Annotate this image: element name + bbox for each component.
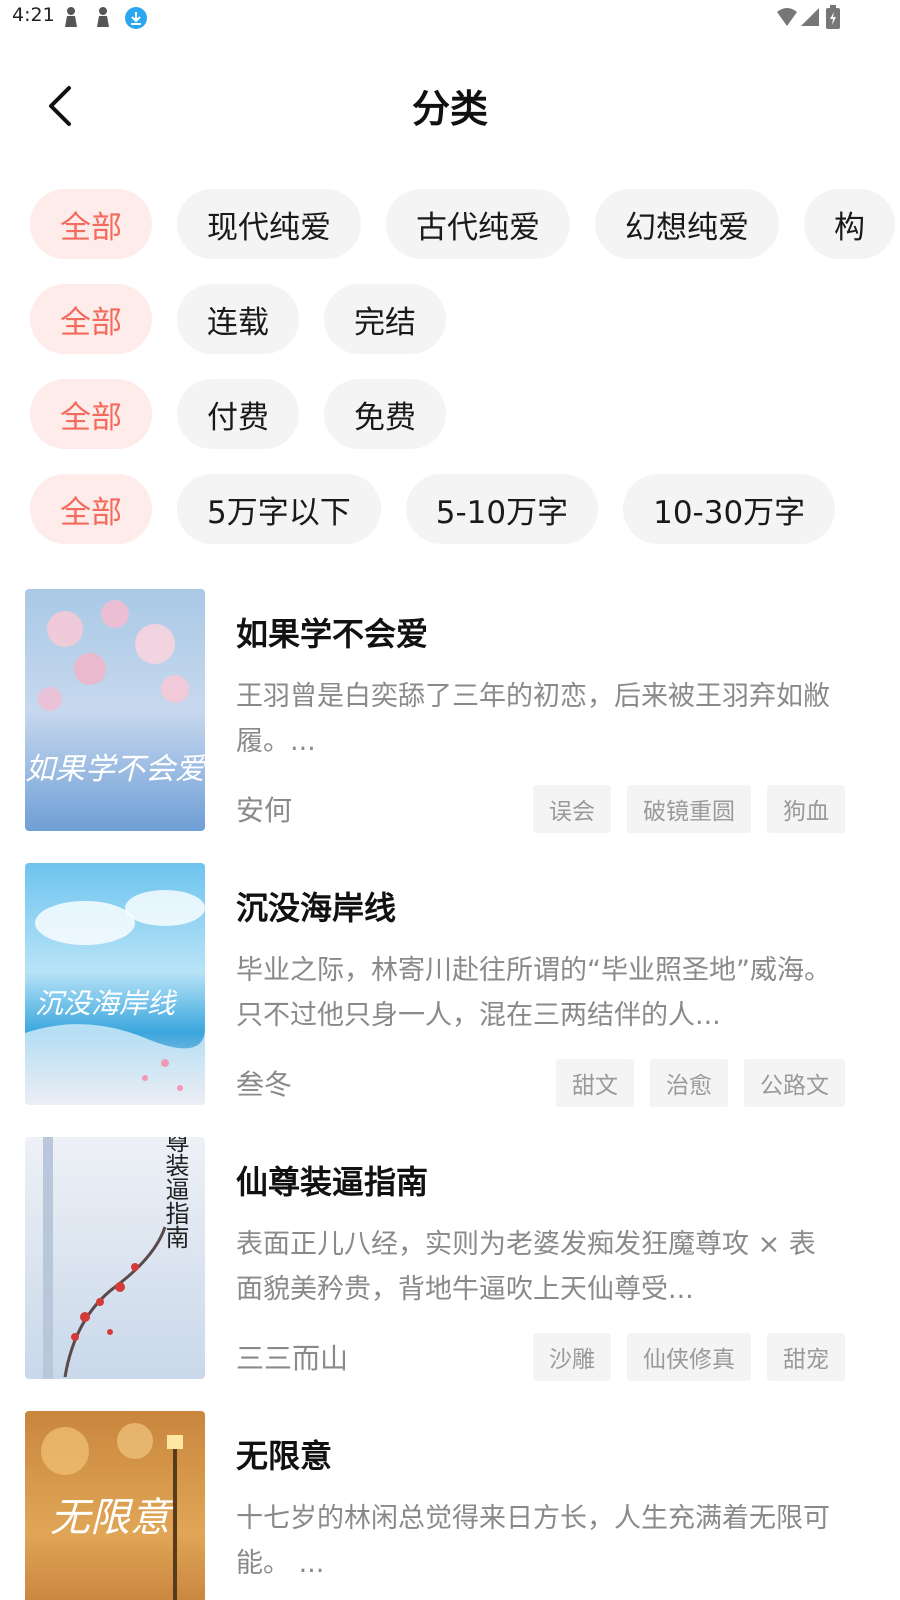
wifi-icon	[776, 7, 798, 31]
book-title: 沉没海岸线	[236, 889, 397, 927]
chip-length-under-5w[interactable]: 5万字以下	[177, 474, 381, 544]
status-filter-row: 全部 连载 完结	[30, 284, 446, 354]
chip-status-finished[interactable]: 完结	[324, 284, 446, 354]
book-title: 如果学不会爱	[236, 615, 429, 653]
cover-title-text: 沉没海岸线	[35, 987, 178, 1020]
page-title: 分类	[411, 87, 488, 131]
book-tag[interactable]: 治愈	[650, 1059, 728, 1107]
download-icon	[124, 6, 148, 34]
book-author: 安何	[236, 794, 293, 827]
status-bar: 4:21	[0, 0, 900, 40]
chip-price-paid[interactable]: 付费	[177, 379, 299, 449]
header: 分类	[0, 60, 900, 150]
book-cover: 沉没海岸线	[25, 863, 205, 1105]
chip-length-all[interactable]: 全部	[30, 474, 152, 544]
book-cover: 仙尊装逼指南	[25, 1137, 205, 1379]
book-item[interactable]: 沉没海岸线 沉没海岸线 毕业之际，林寄川赴往所谓的“毕业照圣地”威海。只不过他只…	[25, 863, 845, 1107]
notification-person-icon	[94, 6, 112, 32]
book-tags: 误会 破镜重圆 狗血	[533, 785, 845, 833]
price-filter-row: 全部 付费 免费	[30, 379, 446, 449]
book-tags: 甜文 治愈 公路文	[556, 1059, 845, 1107]
book-cover: 无限意	[25, 1411, 205, 1600]
book-item[interactable]: 仙尊装逼指南 仙尊装逼指南 表面正儿八经，实则为老婆发痴发狂魔尊攻 × 表面貌美…	[25, 1137, 845, 1381]
book-tag[interactable]: 沙雕	[533, 1333, 611, 1381]
book-title: 仙尊装逼指南	[236, 1163, 429, 1201]
chip-length-10-30w[interactable]: 10-30万字	[623, 474, 836, 544]
cover-title-text: 如果学不会爱	[25, 752, 205, 787]
book-item[interactable]: 无限意 无限意 十七岁的林闲总觉得来日方长，人生充满着无限可能。 ...	[25, 1411, 845, 1600]
length-filter-row: 全部 5万字以下 5-10万字 10-30万字	[30, 474, 836, 544]
book-title: 无限意	[236, 1437, 333, 1475]
chip-status-serial[interactable]: 连载	[177, 284, 299, 354]
chip-status-all[interactable]: 全部	[30, 284, 152, 354]
book-description: 十七岁的林闲总觉得来日方长，人生充满着无限可能。 ...	[236, 1503, 830, 1579]
chip-category-all[interactable]: 全部	[30, 189, 152, 259]
book-tags: 沙雕 仙侠修真 甜宠	[533, 1333, 845, 1381]
book-tag[interactable]: 仙侠修真	[627, 1333, 751, 1381]
chip-category-ancient[interactable]: 古代纯爱	[386, 189, 570, 259]
book-item[interactable]: 如果学不会爱 如果学不会爱 王羽曾是白奕舔了三年的初恋，后来被王羽弃如敝履。..…	[25, 589, 845, 833]
book-cover: 如果学不会爱	[25, 589, 205, 831]
book-tag[interactable]: 甜宠	[767, 1333, 845, 1381]
book-tag[interactable]: 误会	[533, 785, 611, 833]
chip-category-fantasy[interactable]: 幻想纯爱	[595, 189, 779, 259]
book-description: 王羽曾是白奕舔了三年的初恋，后来被王羽弃如敝履。...	[236, 681, 830, 757]
book-author: 叁冬	[236, 1068, 293, 1101]
book-author: 三三而山	[236, 1342, 349, 1375]
notification-person-icon	[62, 6, 80, 32]
book-tag[interactable]: 公路文	[744, 1059, 845, 1107]
book-description: 毕业之际，林寄川赴往所谓的“毕业照圣地”威海。只不过他只身一人，混在三两结伴的人…	[236, 955, 831, 1031]
signal-icon	[800, 7, 820, 31]
book-description: 表面正儿八经，实则为老婆发痴发狂魔尊攻 × 表面貌美矜贵，背地牛逼吹上天仙尊受.…	[236, 1229, 816, 1305]
chip-price-free[interactable]: 免费	[324, 379, 446, 449]
cover-title-text: 仙尊装逼指南	[161, 1137, 189, 1249]
chip-price-all[interactable]: 全部	[30, 379, 152, 449]
status-time: 4:21	[12, 4, 55, 26]
book-tag[interactable]: 狗血	[767, 785, 845, 833]
chip-length-5-10w[interactable]: 5-10万字	[405, 474, 599, 544]
chip-category-modern[interactable]: 现代纯爱	[177, 189, 361, 259]
battery-icon	[826, 5, 840, 33]
category-filter-row: 全部 现代纯爱 古代纯爱 幻想纯爱 构	[30, 189, 895, 259]
cover-title-text: 无限意	[50, 1495, 174, 1541]
book-tag[interactable]: 甜文	[556, 1059, 634, 1107]
book-tag[interactable]: 破镜重圆	[627, 785, 751, 833]
chip-category-more[interactable]: 构	[804, 189, 895, 259]
